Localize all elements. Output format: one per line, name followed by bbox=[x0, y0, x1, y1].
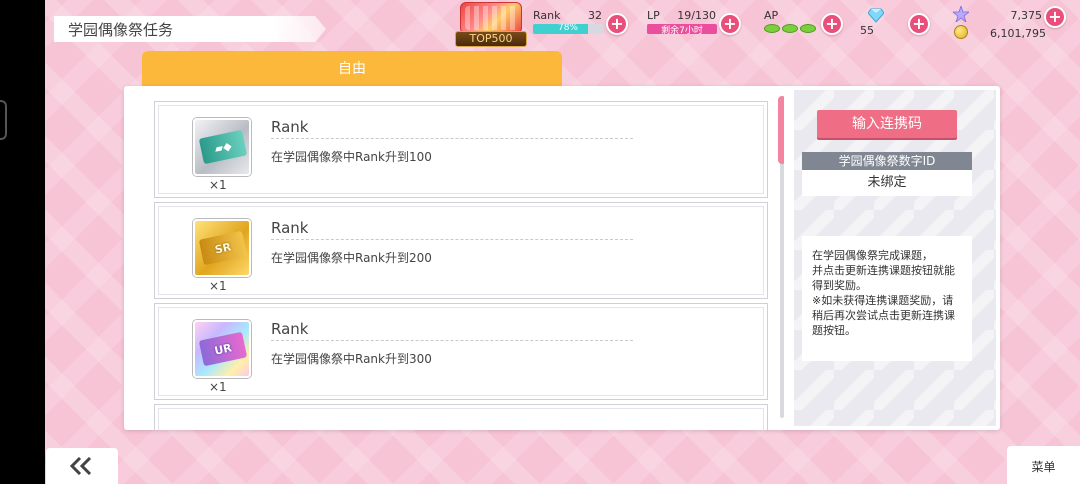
ticket-emblem: ▰◆ bbox=[198, 129, 248, 165]
ap-add-button[interactable]: + bbox=[821, 13, 843, 35]
mission-title: Rank bbox=[271, 320, 633, 341]
sr-ticket-icon: SR bbox=[193, 219, 251, 277]
event-ranking-badge[interactable]: TOP500 bbox=[452, 2, 530, 47]
rank-add-button[interactable]: + bbox=[606, 13, 628, 35]
event-rank-label: TOP500 bbox=[455, 31, 527, 47]
info-line: 并点击更新连携课题按钮就能 bbox=[812, 264, 955, 277]
ticket-emblem: UR bbox=[198, 331, 248, 367]
double-chevron-left-icon bbox=[69, 457, 92, 475]
rank-label: Rank bbox=[533, 9, 561, 22]
info-line: 得到奖励。 bbox=[812, 279, 867, 292]
page-title: 学园偶像祭任务 bbox=[54, 16, 326, 42]
device-notch bbox=[0, 100, 7, 140]
link-sidebar: 输入连携码 学园偶像祭数字ID 未绑定 在学园偶像祭完成课题， 并点击更新连携课… bbox=[794, 90, 996, 426]
lp-value: 19/130 bbox=[677, 9, 716, 22]
mission-title: Rank bbox=[271, 219, 633, 240]
mission-title: Rank bbox=[271, 118, 633, 139]
event-banner-icon bbox=[460, 2, 522, 34]
ur-ticket-icon: UR bbox=[193, 320, 251, 378]
gem-add-button[interactable]: + bbox=[908, 13, 930, 35]
mission-card[interactable]: ▰◆ ×1 Rank 在学园偶像祭中Rank升到100 bbox=[154, 101, 768, 198]
gem-icon bbox=[868, 8, 884, 23]
scrollbar-thumb[interactable] bbox=[778, 96, 784, 164]
back-button[interactable] bbox=[46, 448, 118, 484]
sif-id-header: 学园偶像祭数字ID bbox=[802, 152, 972, 170]
mission-card[interactable] bbox=[154, 404, 768, 430]
lp-remaining-text: 剩余7小时 bbox=[647, 24, 717, 34]
mission-card[interactable]: SR ×1 Rank 在学园偶像祭中Rank升到200 bbox=[154, 202, 768, 299]
lp-label: LP bbox=[647, 9, 660, 22]
rank-progress-text: 78% bbox=[557, 24, 578, 33]
star-icon bbox=[953, 6, 969, 22]
silver-ticket-icon: ▰◆ bbox=[193, 118, 251, 176]
gem-count: 55 bbox=[860, 24, 874, 37]
rank-progress-bar: 78% bbox=[533, 24, 603, 34]
ap-label: AP bbox=[764, 9, 779, 22]
mission-panel: ▰◆ ×1 Rank 在学园偶像祭中Rank升到100 SR ×1 Rank 在… bbox=[124, 86, 1000, 430]
ap-point-icon bbox=[800, 24, 816, 33]
menu-button[interactable]: 菜单 bbox=[1007, 446, 1080, 484]
info-line: 在学园偶像祭完成课题， bbox=[812, 249, 933, 262]
reward-quantity: ×1 bbox=[209, 279, 227, 293]
mission-description: 在学园偶像祭中Rank升到100 bbox=[271, 150, 432, 164]
info-line: ※如未获得连携课题奖励，请 bbox=[812, 294, 954, 307]
star-count: 7,375 bbox=[1010, 9, 1043, 22]
rank-value: 32 bbox=[588, 9, 602, 22]
lp-add-button[interactable]: + bbox=[719, 13, 741, 35]
ap-point-icon bbox=[782, 24, 798, 33]
reward-quantity: ×1 bbox=[209, 380, 227, 394]
ap-point-icon bbox=[764, 24, 780, 33]
link-info-text: 在学园偶像祭完成课题， 并点击更新连携课题按钮就能 得到奖励。 ※如未获得连携课… bbox=[802, 236, 972, 361]
mission-description: 在学园偶像祭中Rank升到200 bbox=[271, 251, 432, 265]
lp-progress-bar: 剩余7小时 bbox=[647, 24, 717, 34]
star-add-button[interactable]: + bbox=[1044, 6, 1066, 28]
coin-icon bbox=[954, 25, 968, 39]
enter-link-code-button[interactable]: 输入连携码 bbox=[817, 110, 957, 138]
ticket-emblem: SR bbox=[198, 230, 248, 266]
mission-card[interactable]: UR ×1 Rank 在学园偶像祭中Rank升到300 bbox=[154, 303, 768, 400]
info-line: 稍后再次尝试点击更新连携课 bbox=[812, 309, 955, 322]
sif-id-value: 未绑定 bbox=[802, 170, 972, 196]
mission-description: 在学园偶像祭中Rank升到300 bbox=[271, 352, 432, 366]
coin-count: 6,101,795 bbox=[990, 27, 1046, 40]
tab-free[interactable]: 自由 bbox=[142, 51, 562, 87]
mission-list[interactable]: ▰◆ ×1 Rank 在学园偶像祭中Rank升到100 SR ×1 Rank 在… bbox=[124, 86, 784, 430]
info-line: 题按钮。 bbox=[812, 324, 856, 337]
device-left-bezel bbox=[0, 0, 45, 484]
reward-quantity: ×1 bbox=[209, 178, 227, 192]
